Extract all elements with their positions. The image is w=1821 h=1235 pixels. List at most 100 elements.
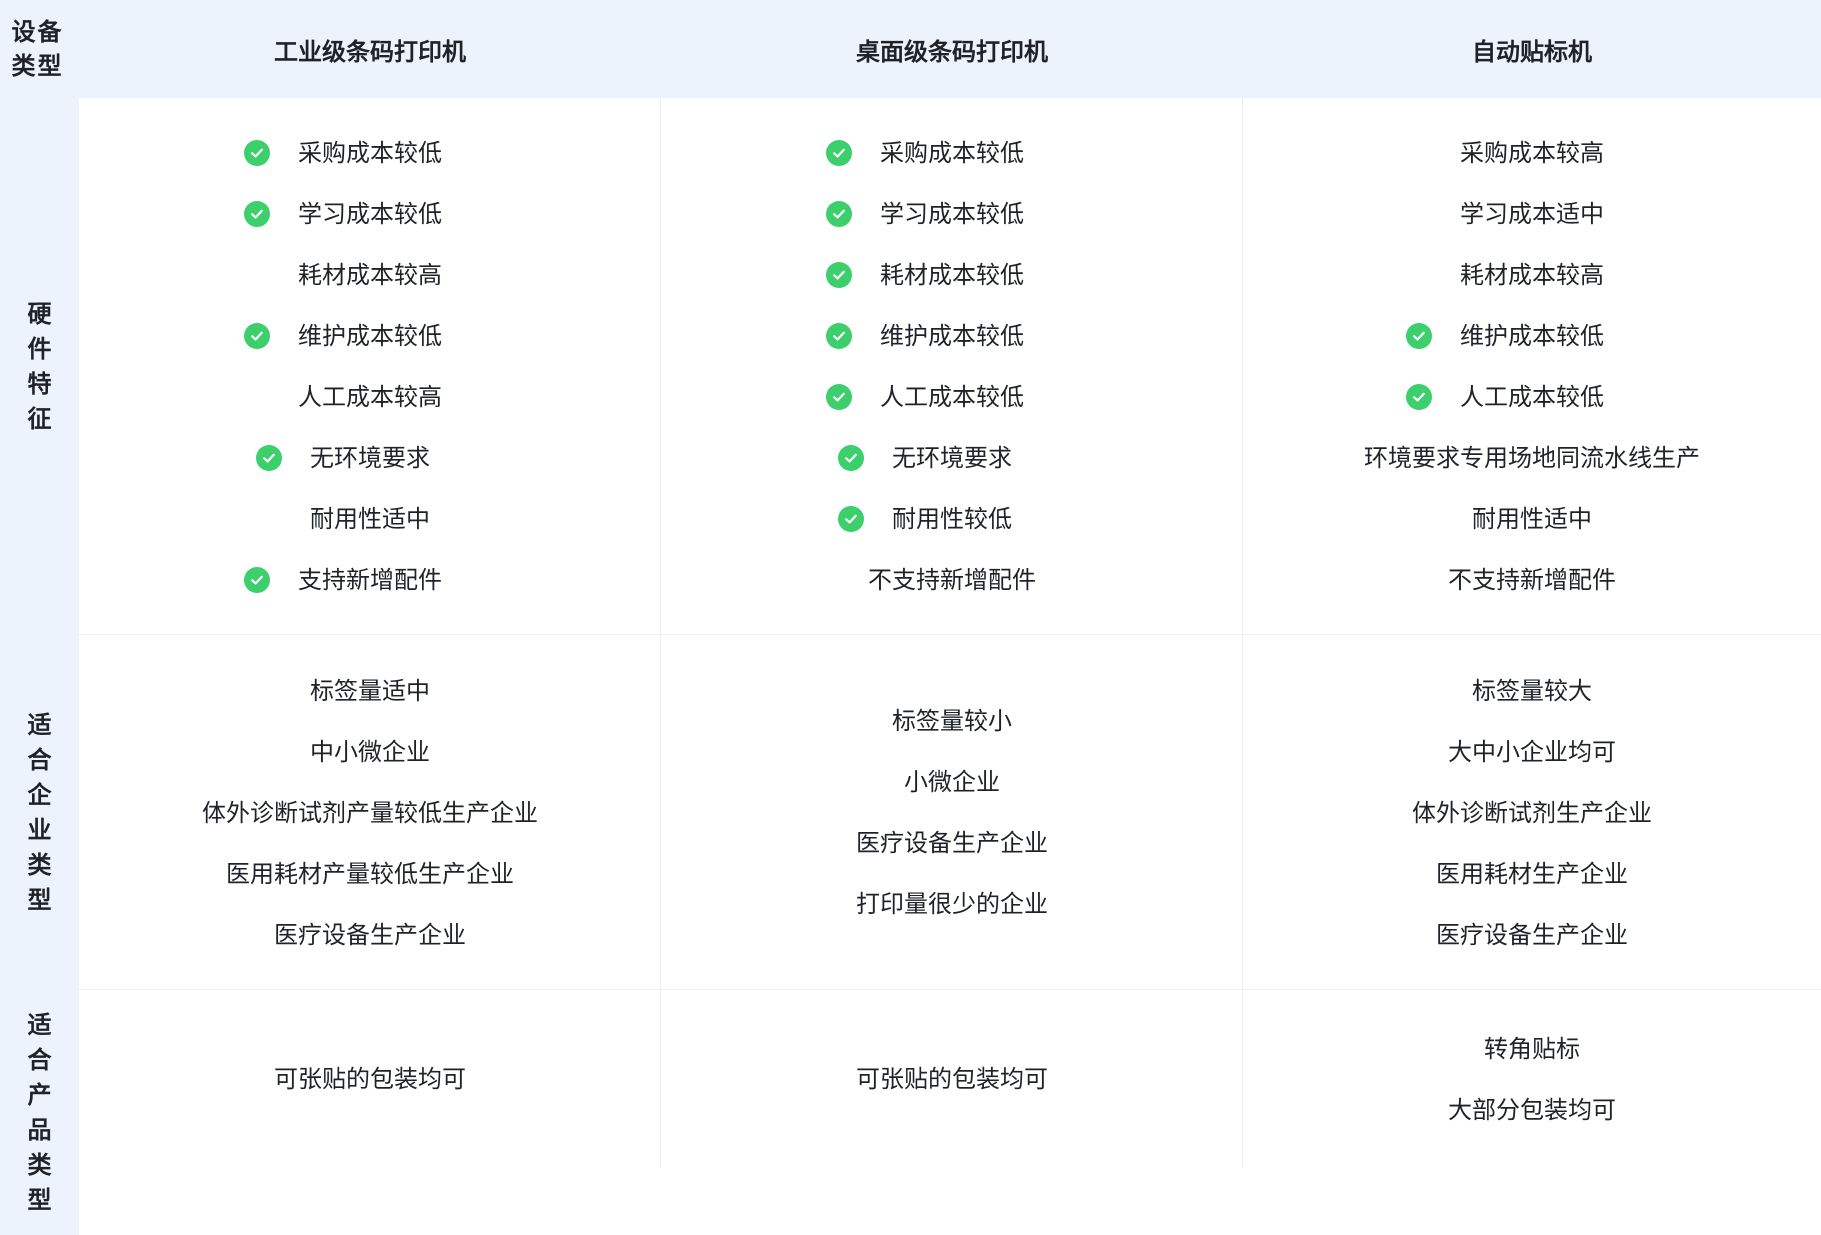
corner-label: 设备 类型: [11, 18, 64, 80]
list-item: 医用耗材产量较低生产企业: [226, 843, 514, 904]
list-item: 转角贴标: [1484, 1018, 1580, 1079]
list-item: 不支持新增配件: [1448, 550, 1616, 611]
row-label-char: 类: [27, 850, 52, 879]
check-circle-icon: [838, 506, 864, 532]
item-text: 耐用性适中: [1472, 505, 1592, 533]
list-item: 耐用性较低: [838, 489, 1012, 550]
check-circle-icon: [244, 140, 270, 166]
list-item: 医疗设备生产企业: [856, 813, 1048, 874]
item-text: 采购成本较高: [1460, 139, 1604, 167]
row-label-char: 特: [27, 369, 52, 398]
product-cell-desktop: 可张贴的包装均可: [661, 990, 1243, 1168]
check-circle-icon: [244, 567, 270, 593]
row-label-char: 型: [27, 885, 52, 914]
item-text: 标签量适中: [310, 676, 430, 705]
product-cell-industrial: 可张贴的包装均可: [79, 990, 661, 1168]
item-text: 维护成本较低: [880, 322, 1024, 350]
list-item: 学习成本较低: [244, 184, 442, 245]
item-text: 学习成本较低: [880, 200, 1024, 228]
item-text: 人工成本较低: [880, 383, 1024, 411]
hardware-cell-auto-labeler: 采购成本较高 学习成本适中 耗材成本较高 维护成本较低 人工成本较低环境要求专用场地同流…: [1243, 98, 1821, 635]
list-item: 打印量很少的企业: [856, 874, 1048, 935]
item-text: 转角贴标: [1484, 1034, 1580, 1063]
item-text: 无环境要求: [310, 444, 430, 472]
list-item: 标签量适中: [310, 660, 430, 721]
item-text: 采购成本较低: [298, 139, 442, 167]
check-circle-icon: [826, 262, 852, 288]
item-text: 人工成本较低: [1460, 383, 1604, 411]
list-item: 支持新增配件: [244, 550, 442, 611]
item-text: 人工成本较高: [298, 383, 442, 411]
row-label-char: 合: [27, 1045, 52, 1074]
check-circle-icon: [826, 140, 852, 166]
row-label-char: 硬: [27, 299, 52, 328]
item-text: 耗材成本较低: [880, 261, 1024, 289]
item-text: 小微企业: [904, 768, 1000, 796]
list-item: 大中小企业均可: [1448, 721, 1616, 782]
list-item: 学习成本较低: [826, 184, 1024, 245]
item-text: 维护成本较低: [1460, 322, 1604, 350]
item-text: 耐用性适中: [310, 505, 430, 533]
item-text: 不支持新增配件: [1448, 566, 1616, 594]
check-circle-icon: [826, 201, 852, 227]
list-item: 人工成本较低: [826, 367, 1024, 428]
list-item: 医疗设备生产企业: [274, 904, 466, 965]
row-label-char: 业: [27, 815, 52, 844]
list-item: 可张贴的包装均可: [856, 1049, 1048, 1110]
list-item: 不支持新增配件: [868, 550, 1036, 611]
list-item: 学习成本适中: [1460, 184, 1604, 245]
item-text: 医用耗材生产企业: [1436, 859, 1628, 888]
item-text: 无环境要求: [892, 444, 1012, 472]
list-item: 医用耗材生产企业: [1436, 843, 1628, 904]
list-item: 标签量较大: [1472, 660, 1592, 721]
item-text: 标签量较大: [1472, 676, 1592, 705]
list-item: 小微企业: [904, 752, 1000, 813]
row-label-char: 适: [27, 710, 52, 739]
item-text: 学习成本适中: [1460, 200, 1604, 228]
item-text: 不支持新增配件: [868, 566, 1036, 594]
item-text: 采购成本较低: [880, 139, 1024, 167]
row-label-char: 型: [27, 1185, 52, 1214]
item-text: 可张贴的包装均可: [274, 1065, 466, 1093]
item-text: 医疗设备生产企业: [856, 829, 1048, 857]
row-label-char: 类: [27, 1150, 52, 1179]
item-text: 学习成本较低: [298, 200, 442, 228]
list-item: 无环境要求: [256, 428, 430, 489]
comparison-table: 设备 类型 工业级条码打印机 桌面级条码打印机 自动贴标机 硬件特征 适合企业类型…: [0, 0, 1821, 1235]
item-text: 体外诊断试剂产量较低生产企业: [202, 798, 538, 827]
list-item: 环境要求专用场地同流水线生产: [1364, 428, 1700, 489]
item-text: 医疗设备生产企业: [274, 920, 466, 949]
item-text: 耗材成本较高: [298, 261, 442, 289]
enterprise-cell-industrial: 标签量适中中小微企业体外诊断试剂产量较低生产企业医用耗材产量较低生产企业医疗设备…: [79, 635, 661, 990]
item-text: 大部分包装均可: [1448, 1095, 1616, 1124]
list-item: 可张贴的包装均可: [274, 1049, 466, 1110]
row-label-char: 产: [27, 1080, 52, 1109]
item-text: 大中小企业均可: [1448, 737, 1616, 766]
check-circle-icon: [1406, 384, 1432, 410]
check-circle-icon: [256, 445, 282, 471]
item-text: 支持新增配件: [298, 566, 442, 594]
item-text: 耗材成本较高: [1460, 261, 1604, 289]
row-label-char: 品: [27, 1115, 52, 1144]
product-cell-auto-labeler: 转角贴标大部分包装均可: [1243, 990, 1821, 1168]
item-text: 耐用性较低: [892, 505, 1012, 533]
hardware-cell-desktop: 采购成本较低 学习成本较低 耗材成本较低 维护成本较低 人工成本较低 无环境要求耐用性较低…: [661, 98, 1243, 635]
item-text: 体外诊断试剂生产企业: [1412, 798, 1652, 827]
list-item: 医疗设备生产企业: [1436, 904, 1628, 965]
list-item: 耗材成本较低: [826, 245, 1024, 306]
list-item: 中小微企业: [310, 721, 430, 782]
list-item: 维护成本较低: [826, 306, 1024, 367]
row-label-hardware: 硬件特征: [0, 98, 79, 635]
hardware-cell-industrial: 采购成本较低 学习成本较低 耗材成本较高维护成本较低人工成本较高 无环境要求耐用性适中…: [79, 98, 661, 635]
check-circle-icon: [244, 201, 270, 227]
item-text: 环境要求专用场地同流水线生产: [1364, 444, 1700, 472]
list-item: 耐用性适中: [1472, 489, 1592, 550]
list-item: 耗材成本较高: [298, 245, 442, 306]
row-label-char: 适: [27, 1010, 52, 1039]
list-item: 无环境要求: [838, 428, 1012, 489]
list-item: 耗材成本较高: [1460, 245, 1604, 306]
list-item: 人工成本较高: [298, 367, 442, 428]
list-item: 维护成本较低: [244, 306, 442, 367]
enterprise-cell-auto-labeler: 标签量较大大中小企业均可体外诊断试剂生产企业 医用耗材生产企业医疗设备生产企业: [1243, 635, 1821, 990]
list-item: 维护成本较低: [1406, 306, 1604, 367]
